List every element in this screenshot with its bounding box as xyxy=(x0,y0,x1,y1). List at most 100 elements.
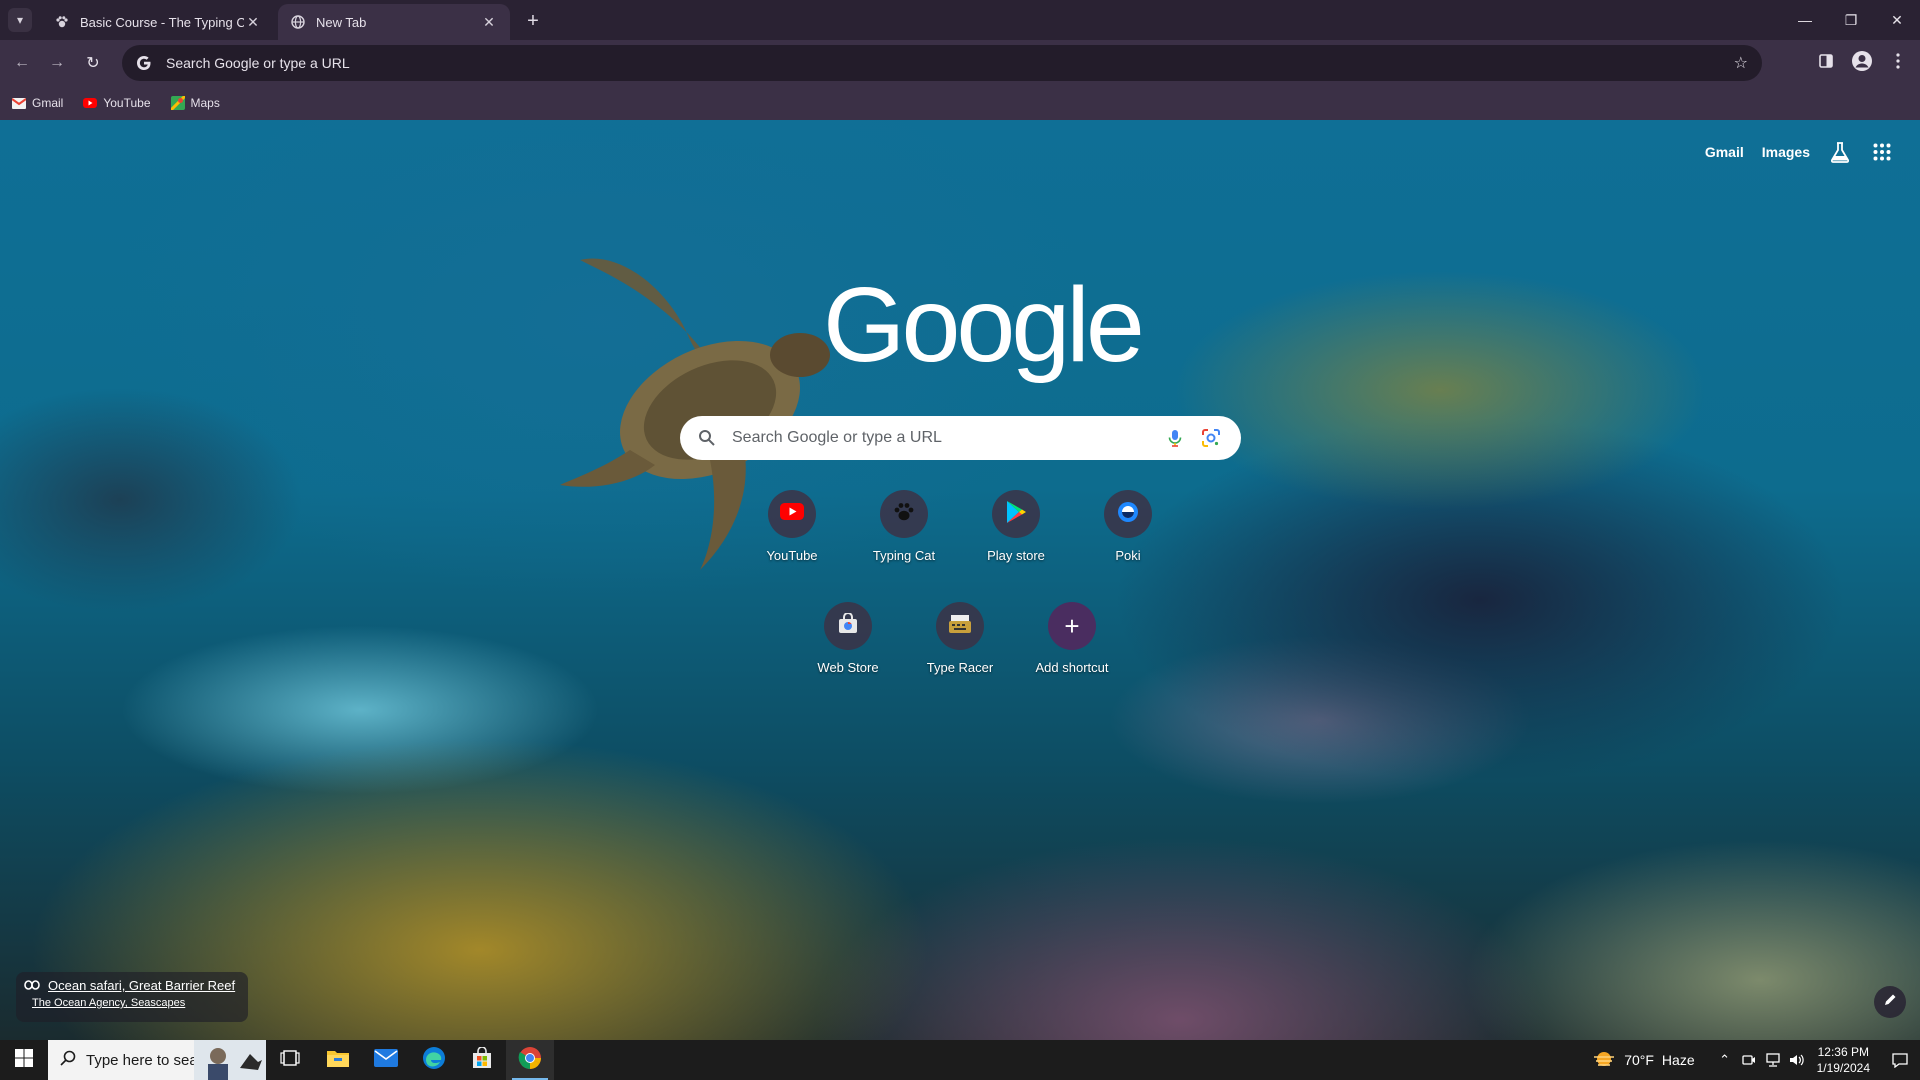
haze-sun-icon xyxy=(1592,1049,1616,1072)
reload-button[interactable]: ↻ xyxy=(81,51,105,75)
labs-flask-icon[interactable] xyxy=(1828,140,1852,164)
top-links: Gmail Images xyxy=(1705,140,1894,164)
link-icon xyxy=(24,978,40,993)
restore-button[interactable]: ❐ xyxy=(1828,0,1874,40)
plus-icon: + xyxy=(1064,611,1080,641)
back-button[interactable]: ← xyxy=(10,51,34,75)
side-panel-button[interactable] xyxy=(1813,50,1839,76)
maps-icon xyxy=(170,96,185,110)
shortcut-poki[interactable]: Poki xyxy=(1072,490,1184,590)
google-lens-icon[interactable] xyxy=(1201,428,1221,448)
bookmark-youtube[interactable]: YouTube xyxy=(83,96,151,110)
shortcut-youtube[interactable]: YouTube xyxy=(736,490,848,590)
close-window-button[interactable]: ✕ xyxy=(1874,0,1920,40)
type-racer-icon xyxy=(948,613,972,640)
bookmark-gmail[interactable]: Gmail xyxy=(12,96,63,110)
attribution-credit[interactable]: The Ocean Agency, Seascapes xyxy=(24,997,240,1009)
clock-time: 12:36 PM xyxy=(1817,1045,1869,1059)
start-button[interactable] xyxy=(0,1040,48,1080)
arrow-right-icon: → xyxy=(49,54,65,71)
mail-button[interactable] xyxy=(362,1040,410,1080)
bookmark-star-icon[interactable]: ☆ xyxy=(1734,53,1748,73)
search-icon xyxy=(60,1050,76,1071)
close-icon[interactable]: ✕ xyxy=(480,13,498,31)
shortcut-web-store[interactable]: Web Store xyxy=(792,602,904,702)
gmail-link[interactable]: Gmail xyxy=(1705,144,1744,160)
clock[interactable]: 12:36 PM 1/19/2024 xyxy=(1817,1044,1870,1076)
gmail-icon xyxy=(12,96,26,110)
shortcut-typing-cat[interactable]: Typing Cat xyxy=(848,490,960,590)
window-controls: — ❐ ✕ xyxy=(1782,0,1920,40)
clock-date: 1/19/2024 xyxy=(1816,1061,1870,1075)
chrome-button[interactable] xyxy=(506,1040,554,1080)
plus-icon: + xyxy=(527,9,539,32)
tab-search-button[interactable]: ▾ xyxy=(8,8,32,32)
shortcut-tile xyxy=(880,490,928,538)
minimize-button[interactable]: — xyxy=(1782,0,1828,40)
forward-button[interactable]: → xyxy=(45,51,69,75)
pencil-icon xyxy=(1883,993,1897,1012)
system-tray: 70°F Haze ⌃ 12:36 PM 1/19/2024 xyxy=(1592,1040,1920,1080)
globe-icon xyxy=(290,14,306,30)
new-tab-page: Gmail Images Google YouTube Typing Cat xyxy=(0,120,1920,1040)
volume-icon[interactable] xyxy=(1785,1040,1809,1080)
shortcut-tile xyxy=(936,602,984,650)
paw-icon xyxy=(54,14,70,30)
shortcut-play-store[interactable]: Play store xyxy=(960,490,1072,590)
images-link[interactable]: Images xyxy=(1762,144,1810,160)
meet-now-icon[interactable] xyxy=(1737,1040,1761,1080)
bookmark-label: Maps xyxy=(190,96,220,110)
weather-widget[interactable]: 70°F Haze xyxy=(1592,1049,1695,1072)
task-view-icon xyxy=(280,1049,300,1072)
customize-chrome-button[interactable] xyxy=(1874,986,1906,1018)
chevron-up-icon[interactable]: ⌃ xyxy=(1713,1040,1737,1080)
shortcuts-grid: YouTube Typing Cat Play store Poki Web S… xyxy=(0,120,1920,1040)
address-bar[interactable]: Search Google or type a URL ☆ xyxy=(122,45,1762,81)
attribution-title: Ocean safari, Great Barrier Reef xyxy=(48,978,236,993)
close-icon[interactable]: ✕ xyxy=(244,13,262,31)
web-store-icon xyxy=(837,611,859,640)
shortcut-label: YouTube xyxy=(766,548,818,563)
tab-typing-cat[interactable]: Basic Course - The Typing Cat ✕ xyxy=(42,4,274,40)
microsoft-store-button[interactable] xyxy=(458,1040,506,1080)
edge-icon xyxy=(422,1046,446,1075)
chevron-down-icon: ▾ xyxy=(16,13,24,27)
tab-new-tab[interactable]: New Tab ✕ xyxy=(278,4,510,40)
microphone-icon[interactable] xyxy=(1165,428,1185,448)
play-store-icon xyxy=(1005,500,1027,529)
search-icon xyxy=(698,429,716,447)
shortcut-tile xyxy=(824,602,872,650)
task-view-button[interactable] xyxy=(266,1040,314,1080)
attribution-title-link[interactable]: Ocean safari, Great Barrier Reef xyxy=(24,978,240,993)
weather-temp: 70°F xyxy=(1624,1052,1654,1068)
shortcut-type-racer[interactable]: Type Racer xyxy=(904,602,1016,702)
edge-button[interactable] xyxy=(410,1040,458,1080)
notifications-icon[interactable] xyxy=(1880,1040,1920,1080)
ntp-search-box[interactable] xyxy=(680,416,1241,460)
background-attribution: Ocean safari, Great Barrier Reef The Oce… xyxy=(16,972,248,1022)
kebab-menu-icon xyxy=(1896,52,1900,74)
shortcut-label: Play store xyxy=(987,548,1045,563)
network-icon[interactable] xyxy=(1761,1040,1785,1080)
taskbar-search-box[interactable]: Type here to search xyxy=(48,1040,266,1080)
shortcut-tile xyxy=(1104,490,1152,538)
apps-grid-icon[interactable] xyxy=(1870,140,1894,164)
shortcut-tile xyxy=(992,490,1040,538)
menu-button[interactable] xyxy=(1885,50,1911,76)
arrow-left-icon: ← xyxy=(14,54,30,71)
tab-strip: ▾ Basic Course - The Typing Cat ✕ New Ta… xyxy=(0,0,1920,40)
bookmark-maps[interactable]: Maps xyxy=(170,96,220,110)
bookmark-label: Gmail xyxy=(32,96,64,110)
folder-icon xyxy=(326,1048,350,1073)
new-tab-button[interactable]: + xyxy=(520,8,546,34)
search-input[interactable] xyxy=(732,429,1152,447)
search-highlight-illustration xyxy=(194,1040,266,1080)
store-bag-icon xyxy=(471,1045,493,1074)
profile-button[interactable] xyxy=(1849,50,1875,76)
tab-label: Basic Course - The Typing Cat xyxy=(80,14,244,30)
shortcut-tile: + xyxy=(1048,602,1096,650)
weather-condition: Haze xyxy=(1661,1052,1695,1068)
file-explorer-button[interactable] xyxy=(314,1040,362,1080)
windows-logo-icon xyxy=(15,1048,33,1072)
shortcut-add[interactable]: + Add shortcut xyxy=(1016,602,1128,702)
